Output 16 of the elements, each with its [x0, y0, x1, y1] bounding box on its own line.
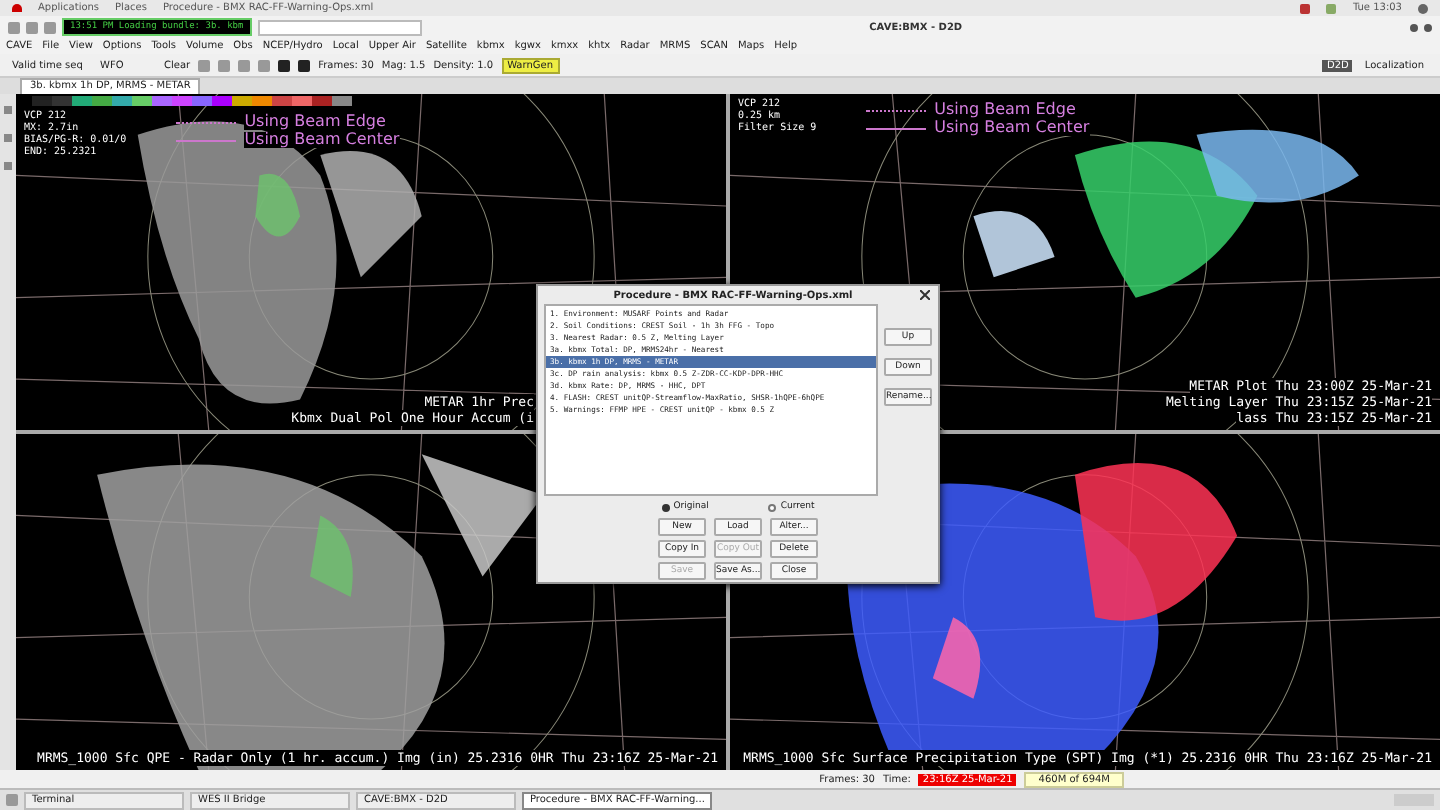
legend-text: Using Beam Edge [244, 114, 386, 130]
radio-icon[interactable] [661, 503, 670, 511]
hat-icon[interactable] [12, 4, 22, 12]
radio-icon[interactable] [768, 503, 777, 511]
legend-text: Using Beam Center [934, 120, 1090, 136]
legend-line [866, 109, 927, 111]
tray-icon[interactable] [1326, 3, 1337, 13]
legend-text: Using Beam Center [244, 132, 400, 148]
legend-line [866, 127, 927, 129]
legend-line [176, 139, 237, 141]
legend-line [176, 121, 237, 123]
desktop-icon[interactable] [6, 794, 18, 806]
power-icon[interactable] [1418, 3, 1428, 13]
command-field[interactable] [257, 19, 422, 35]
legend-text: Using Beam Edge [934, 102, 1076, 118]
tray-icon[interactable] [1300, 3, 1311, 13]
